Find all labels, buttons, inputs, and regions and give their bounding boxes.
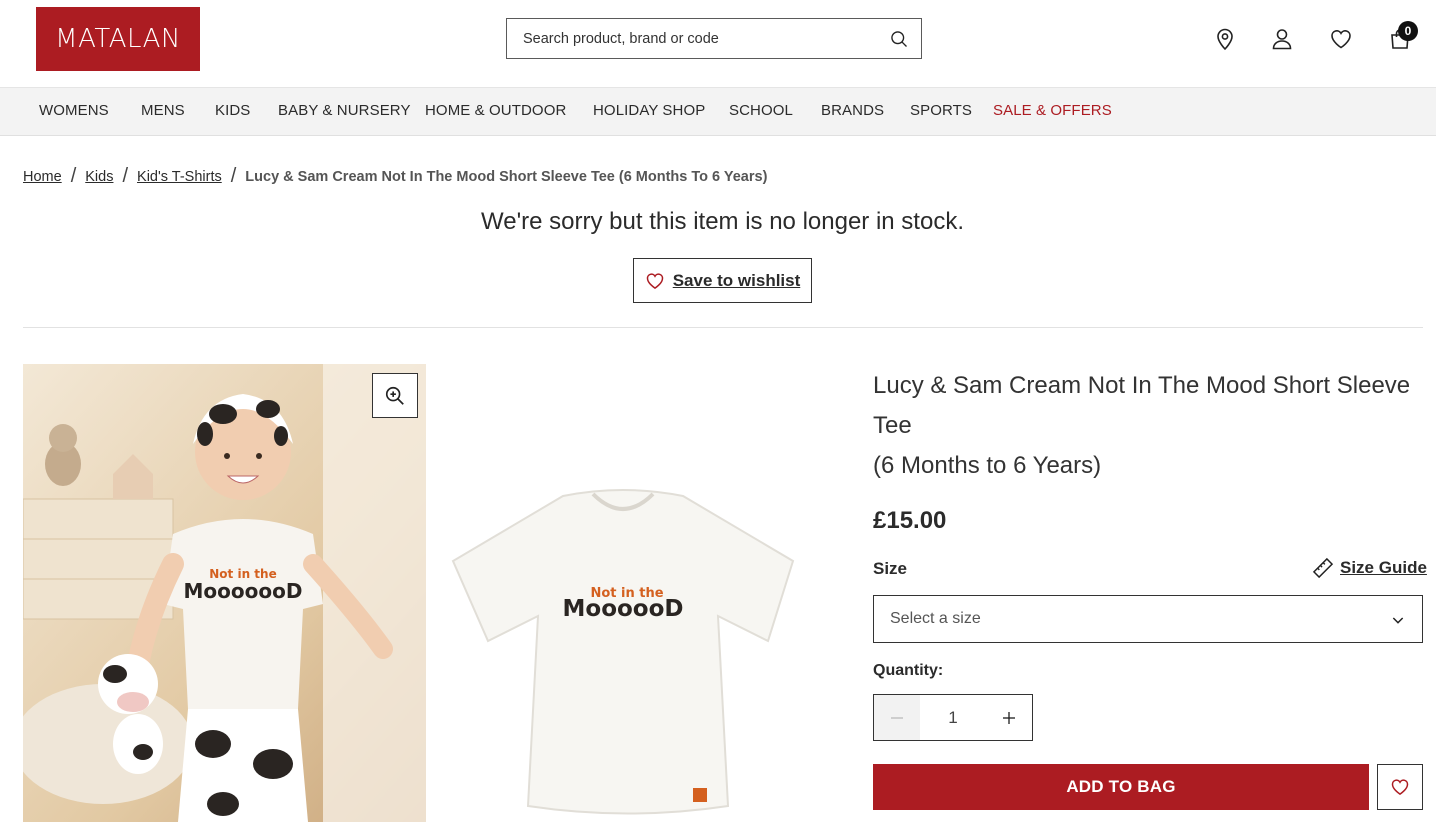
save-to-wishlist-button[interactable]: Save to wishlist bbox=[633, 258, 812, 303]
chevron-down-icon bbox=[1392, 617, 1404, 624]
heart-icon bbox=[646, 272, 663, 289]
wishlist-heart-icon[interactable] bbox=[1329, 27, 1353, 51]
search-input[interactable]: Search product, brand or code bbox=[506, 18, 922, 59]
save-to-wishlist-label: Save to wishlist bbox=[672, 270, 801, 290]
heart-icon bbox=[1391, 779, 1409, 795]
tshirt-photo: Not in the MoooooD bbox=[451, 489, 795, 815]
nav-item-sports[interactable]: SPORTS bbox=[910, 102, 972, 119]
nav-item-baby-nursery[interactable]: BABY & NURSERY bbox=[278, 102, 411, 119]
site-header: MATALAN Search product, brand or code 0 bbox=[0, 0, 1436, 87]
product-title: Lucy & Sam Cream Not In The Mood Short S… bbox=[873, 366, 1433, 486]
add-to-bag-button[interactable]: ADD TO BAG bbox=[873, 764, 1369, 810]
breadcrumb-separator: / bbox=[230, 165, 237, 187]
breadcrumb-separator: / bbox=[122, 165, 129, 187]
zoom-button[interactable] bbox=[372, 373, 418, 418]
breadcrumb: Home / Kids / Kid's T-Shirts / Lucy & Sa… bbox=[23, 165, 767, 188]
search-placeholder: Search product, brand or code bbox=[523, 30, 719, 47]
quantity-decrease-button[interactable] bbox=[874, 695, 920, 740]
size-select-placeholder: Select a size bbox=[890, 610, 981, 627]
breadcrumb-link-home[interactable]: Home bbox=[23, 169, 62, 185]
minus-icon bbox=[891, 716, 903, 719]
section-divider bbox=[23, 327, 1423, 328]
quantity-value[interactable]: 1 bbox=[920, 708, 986, 728]
account-icon[interactable] bbox=[1270, 27, 1294, 51]
size-guide-label: Size Guide bbox=[1340, 558, 1427, 577]
main-navigation: WOMENS MENS KIDS BABY & NURSERY HOME & O… bbox=[0, 87, 1436, 136]
size-label: Size bbox=[873, 559, 908, 578]
breadcrumb-link-kids[interactable]: Kids bbox=[85, 169, 113, 185]
cart-count-badge: 0 bbox=[1398, 21, 1418, 41]
quantity-stepper: 1 bbox=[873, 694, 1033, 741]
store-locator-icon[interactable] bbox=[1213, 27, 1237, 51]
matalan-logo[interactable]: MATALAN bbox=[36, 7, 200, 71]
breadcrumb-link-kids-tshirts[interactable]: Kid's T-Shirts bbox=[137, 169, 222, 185]
quantity-increase-button[interactable] bbox=[986, 695, 1032, 740]
product-title-line2: (6 Months to 6 Years) bbox=[873, 452, 1102, 479]
toddler-photo: Not in the MooooooD bbox=[23, 364, 426, 822]
size-guide-link[interactable]: Size Guide bbox=[1312, 557, 1427, 579]
breadcrumb-current: Lucy & Sam Cream Not In The Mood Short S… bbox=[245, 168, 768, 185]
breadcrumb-separator: / bbox=[70, 165, 77, 187]
shirt-print-bottom: MooooooD bbox=[184, 579, 303, 603]
nav-item-home-outdoor[interactable]: HOME & OUTDOOR bbox=[425, 102, 566, 119]
search-icon[interactable] bbox=[889, 29, 909, 49]
zoom-in-icon bbox=[385, 386, 404, 405]
nav-item-sale-offers[interactable]: SALE & OFFERS bbox=[993, 102, 1112, 119]
nav-item-mens[interactable]: MENS bbox=[141, 102, 185, 119]
nav-item-holiday-shop[interactable]: HOLIDAY SHOP bbox=[593, 102, 705, 119]
out-of-stock-message: We're sorry but this item is no longer i… bbox=[481, 208, 964, 235]
plus-icon bbox=[1003, 711, 1015, 724]
quantity-label: Quantity: bbox=[873, 662, 944, 679]
product-title-line1: Lucy & Sam Cream Not In The Mood Short S… bbox=[873, 372, 1411, 439]
add-to-wishlist-button[interactable] bbox=[1377, 764, 1423, 810]
product-image-lifestyle[interactable]: Not in the MooooooD bbox=[23, 364, 426, 822]
product-image-flat[interactable]: Not in the MoooooD bbox=[443, 364, 806, 822]
size-select[interactable]: Select a size bbox=[873, 595, 1423, 643]
nav-item-school[interactable]: SCHOOL bbox=[729, 102, 793, 119]
tshirt-print-bottom: MoooooD bbox=[563, 596, 684, 622]
nav-item-brands[interactable]: BRANDS bbox=[821, 102, 884, 119]
product-price: £15.00 bbox=[873, 507, 947, 534]
ruler-icon bbox=[1312, 557, 1334, 579]
nav-item-womens[interactable]: WOMENS bbox=[39, 102, 109, 119]
nav-item-kids[interactable]: KIDS bbox=[215, 102, 250, 119]
